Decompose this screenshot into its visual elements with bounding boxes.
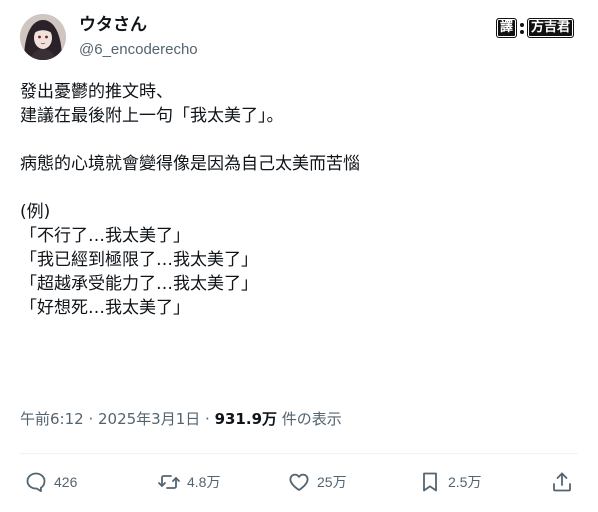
post-line: 建議在最後附上一句「我太美了」。	[20, 106, 284, 126]
watermark-left: 譯	[495, 18, 517, 38]
tweet: ウタさん @6_encoderecho 譯 方吉君 發出憂鬱的推文時、 建議在最…	[0, 0, 598, 512]
post-line: 「好想死…我太美了」	[20, 298, 190, 318]
like-button[interactable]: 25万	[287, 470, 347, 494]
share-button[interactable]	[550, 470, 574, 494]
post-line: (例)	[20, 202, 51, 222]
post-line: 病態的心境就會變得像是因為自己太美而苦惱	[20, 154, 360, 174]
post-text: 發出憂鬱的推文時、 建議在最後附上一句「我太美了」。 病態的心境就會變得像是因為…	[20, 80, 580, 320]
share-icon	[550, 470, 574, 494]
like-count: 25万	[317, 474, 347, 490]
watermark-separator	[519, 22, 524, 34]
repost-count: 4.8万	[187, 474, 221, 490]
post-line: 發出憂鬱的推文時、	[20, 82, 173, 102]
bookmark-button[interactable]: 2.5万	[418, 470, 481, 494]
post-line: 「我已經到極限了…我太美了」	[20, 250, 258, 270]
reply-count: 426	[54, 474, 78, 490]
bookmark-count: 2.5万	[448, 474, 482, 490]
reply-button[interactable]: 426	[24, 470, 77, 494]
bookmark-icon	[418, 470, 442, 494]
views-label: 件の表示	[277, 410, 342, 428]
repost-button[interactable]: 4.8万	[157, 470, 220, 494]
action-bar: 426 4.8万 25万 2.5万	[0, 470, 598, 498]
post-timestamp[interactable]: 午前6:12 · 2025年3月1日 ·	[20, 410, 215, 428]
watermark: 譯 方吉君	[495, 18, 574, 38]
author-name[interactable]: ウタさん	[79, 14, 147, 36]
author-handle[interactable]: @6_encoderecho	[79, 40, 198, 60]
post-line: 「不行了…我太美了」	[20, 226, 190, 246]
post-meta: 午前6:12 · 2025年3月1日 · 931.9万 件の表示	[20, 409, 342, 429]
divider	[20, 453, 578, 454]
watermark-right: 方吉君	[526, 18, 574, 38]
views-count: 931.9万	[214, 410, 278, 428]
reply-icon	[24, 470, 48, 494]
post-line: 「超越承受能力了…我太美了」	[20, 274, 258, 294]
avatar[interactable]	[20, 14, 66, 60]
repost-icon	[157, 470, 181, 494]
heart-icon	[287, 470, 311, 494]
